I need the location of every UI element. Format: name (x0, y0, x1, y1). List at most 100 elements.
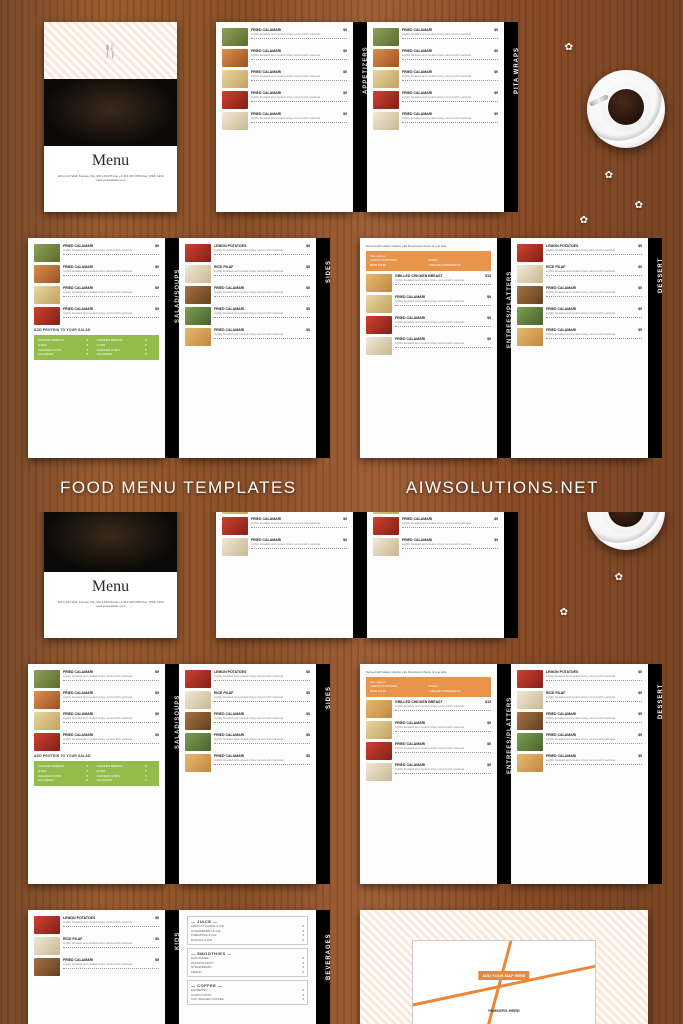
banner-title: FOOD MENU TEMPLATES (60, 478, 297, 498)
food-thumbnail (222, 517, 248, 535)
item-price: $5 (638, 712, 642, 716)
divider-entrees: ENTREES/PLATTERS (497, 664, 511, 884)
item-price: $9 (155, 733, 159, 737)
item-description: Lightly breaded and cooked crispy served… (63, 291, 159, 294)
item-description: Lightly breaded and cooked crispy served… (63, 696, 159, 699)
map-cta: ADD YOUR MAP HERE (478, 971, 529, 980)
item-price: $9 (487, 295, 491, 299)
divider-kids: KIDS (165, 910, 179, 1024)
menu-item: FRIED CALAMARI$9 Lightly breaded and coo… (34, 712, 159, 730)
menu-item: FRIED CALAMARI$5 Lightly breaded and coo… (517, 307, 642, 325)
food-thumbnail (185, 712, 211, 730)
menu-item: FRIED CALAMARI$5 Lightly breaded and coo… (185, 286, 310, 304)
item-description: Lightly breaded and cooked crispy served… (546, 675, 642, 678)
menu-item: FRIED CALAMARI$9 Lightly breaded and coo… (366, 337, 491, 355)
flower-icon: ✿ (605, 170, 613, 181)
menu-item: FRIED CALAMARI$9 Lightly breaded and coo… (222, 512, 347, 514)
item-price: $5 (638, 307, 642, 311)
menu-item: FRIED CALAMARI$9 Lightly breaded and coo… (34, 733, 159, 751)
food-thumbnail (34, 958, 60, 976)
menu-item: FRIED CALAMARI$9 Lightly breaded and coo… (222, 112, 347, 130)
item-price: $9 (155, 286, 159, 290)
menu-item: FRIED CALAMARI$9 Lightly breaded and coo… (373, 49, 498, 67)
food-thumbnail (222, 28, 248, 46)
menu-item: RICE PILAF$5 Lightly breaded and cooked … (185, 265, 310, 283)
page-salad: FRIED CALAMARI$9 Lightly breaded and coo… (28, 664, 165, 884)
item-price: $5 (306, 265, 310, 269)
entree-intro: Served with salad, tzatziki, pita bread … (366, 244, 491, 248)
beverage-item: LEMON5 (191, 970, 304, 975)
item-price: $5 (638, 286, 642, 290)
menu-item: FRIED CALAMARI$5 Lightly breaded and coo… (185, 307, 310, 325)
item-price: $9 (487, 721, 491, 725)
flower-icon: ✿ (580, 215, 588, 226)
item-description: Lightly breaded and cooked crispy served… (63, 942, 159, 945)
item-description: Lightly breaded and cooked crispy served… (251, 54, 347, 57)
food-thumbnail (222, 49, 248, 67)
food-thumbnail (517, 712, 543, 730)
menu-item: FRIED CALAMARI$9 Lightly breaded and coo… (373, 517, 498, 535)
utensils-icon: 🍴 (102, 42, 119, 59)
menu-item: LEMON POTATOES$5 Lightly breaded and coo… (517, 244, 642, 262)
item-price: $5 (306, 733, 310, 737)
food-thumbnail (185, 691, 211, 709)
food-thumbnail (517, 265, 543, 283)
flower-icon: ✿ (635, 200, 643, 211)
food-thumbnail (517, 307, 543, 325)
food-thumbnail (34, 916, 60, 934)
item-description: Lightly breaded and cooked crispy served… (63, 738, 159, 741)
item-description: Lightly breaded and cooked crispy served… (546, 249, 642, 252)
item-price: $9 (494, 49, 498, 53)
item-description: Lightly breaded and cooked crispy served… (395, 747, 491, 750)
food-thumbnail (373, 538, 399, 556)
menu-item: FRIED CALAMARI$9 Lightly breaded and coo… (34, 286, 159, 304)
food-thumbnail (185, 307, 211, 325)
food-thumbnail (34, 244, 60, 262)
menu-item: RICE PILAF$5 Lightly breaded and cooked … (517, 265, 642, 283)
menu-item: FRIED CALAMARI$5 Lightly breaded and coo… (34, 958, 159, 976)
item-description: Lightly breaded and cooked crispy served… (402, 117, 498, 120)
item-price: $9 (494, 91, 498, 95)
menu-item: FRIED CALAMARI$5 Lightly breaded and coo… (517, 754, 642, 772)
item-description: Lightly breaded and cooked crispy served… (214, 738, 310, 741)
item-description: Lightly breaded and cooked crispy served… (395, 768, 491, 771)
item-price: $9 (494, 538, 498, 542)
food-thumbnail (366, 721, 392, 739)
page-pita: FRIED CALAMARI$9 Lightly breaded and coo… (367, 512, 504, 638)
food-thumbnail (373, 512, 399, 514)
showcase-bottom: ✿ ✿ 🍴 Menu 123 A 123 Wall, Kansas City, … (0, 512, 683, 1024)
section-label: SIDES (326, 260, 332, 283)
menu-item: FRIED CALAMARI$9 Lightly breaded and coo… (222, 28, 347, 46)
food-thumbnail (366, 295, 392, 313)
showcase-top: ✿ ✿ ✿ ✿ 🍴 Menu 123 A 123 Wall, Kansas Ci… (0, 0, 683, 512)
divider-entrees: ENTREES/PLATTERS (497, 238, 511, 458)
page-cover: 🍴 Menu 123 A 123 Wall, Kansas City, MO 1… (44, 22, 177, 212)
menu-item: FRIED CALAMARI$9 Lightly breaded and coo… (373, 28, 498, 46)
item-price: $5 (155, 937, 159, 941)
item-price: $5 (306, 712, 310, 716)
menu-item: GRILLED CHICKEN BREAST$13 Lightly breade… (366, 274, 491, 292)
item-description: Lightly breaded and cooked crispy served… (395, 279, 491, 282)
item-description: Lightly breaded and cooked crispy served… (546, 717, 642, 720)
menu-item: FRIED CALAMARI$9 Lightly breaded and coo… (366, 742, 491, 760)
food-thumbnail (185, 286, 211, 304)
food-thumbnail (34, 286, 60, 304)
protein-box: CHICKEN BREAST5CHICKEN BREAST5GYRO5GYRO5… (34, 335, 159, 360)
food-thumbnail (373, 70, 399, 88)
item-price: $9 (343, 517, 347, 521)
item-description: Lightly breaded and cooked crispy served… (546, 696, 642, 699)
item-price: $9 (155, 265, 159, 269)
item-description: Lightly breaded and cooked crispy served… (395, 726, 491, 729)
divider-appetizers: APPETIZERS (353, 22, 367, 212)
food-thumbnail (34, 733, 60, 751)
menu-item: FRIED CALAMARI$9 Lightly breaded and coo… (366, 316, 491, 334)
item-description: Lightly breaded and cooked crispy served… (546, 270, 642, 273)
menu-item: LEMON POTATOES$5 Lightly breaded and coo… (185, 670, 310, 688)
menu-item: GRILLED CHICKEN BREAST$13 Lightly breade… (366, 700, 491, 718)
menu-item: FRIED CALAMARI$9 Lightly breaded and coo… (222, 49, 347, 67)
menu-item: FRIED CALAMARI$9 Lightly breaded and coo… (222, 91, 347, 109)
divider-beverages: BEVERAGES (316, 910, 330, 1024)
item-description: Lightly breaded and cooked crispy served… (402, 96, 498, 99)
beverage-item: BANANA & ICE5 (191, 938, 304, 943)
item-price: $9 (343, 112, 347, 116)
